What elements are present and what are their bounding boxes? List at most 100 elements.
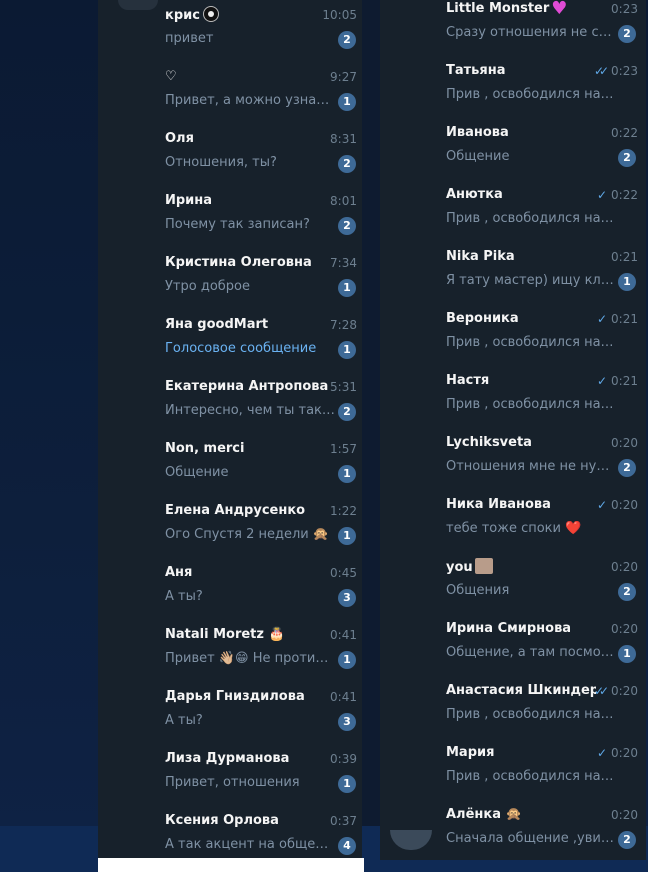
chat-list-item[interactable]: Ирина Смирнова 0:20 Общение, а там посмотр… [380,620,646,682]
unread-badge: 3 [338,713,356,731]
check-icon: ✓ [596,312,608,326]
chat-list-item[interactable]: Анастасия Шкиндер ✓✓ 0:20 Прив , освободилс… [380,682,646,744]
chat-time: 10:05 [297,6,357,24]
chat-time-text: 0:45 [330,566,357,580]
chat-time: 0:41 [297,626,357,644]
unread-badge: 1 [618,273,636,291]
chat-list-item[interactable]: Татьяна ✓✓0:23 Прив , освободился наконец.… [380,62,646,124]
chat-name-text: Оля [165,131,194,146]
chat-time-text: 0:39 [330,752,357,766]
chat-list-item[interactable]: Ника Иванова ✓ 0:20 тебе тоже споки ❤️ [380,496,646,558]
chat-list-item[interactable]: Nika Pika 0:21 Я тату мастер) ищу клиен...… [380,248,646,310]
chat-list-item[interactable]: Кристина Олеговна 7:34 Утро доброе 1 [98,254,362,316]
chat-list-item[interactable]: Аня 0:45 А ты? 3 [98,564,362,626]
chat-name-text: крис [165,8,200,23]
chat-time-text: 0:21 [611,374,638,388]
chat-name-text: Мария [446,745,495,760]
chat-list-item[interactable]: Natali Moretz 🎂 0:41 Привет 👋🏼😁 Не против … [98,626,362,688]
chat-time-text: 0:20 [611,622,638,636]
chat-name-text: Настя [446,373,490,388]
chat-name-text: Кристина Олеговна [165,255,312,270]
chat-time-text: 5:31 [330,380,357,394]
check-icon: ✓ [596,188,608,202]
chat-list-item[interactable]: Ксения Орлова 0:37 А так акцент на общение… [98,812,362,858]
chat-preview: Прив , освободился наконец... [446,769,614,784]
chat-preview: Я тату мастер) ищу клиен... [446,273,614,288]
chat-name-text: Non, merci [165,441,245,456]
chat-preview: Отношения, ты? [165,155,277,170]
chat-name-text: Елена Андрусенко [165,503,306,518]
chat-time-text: 0:22 [611,126,638,140]
chat-preview: Общение, а там посмотр... [446,645,614,660]
unread-badge: 1 [338,651,356,669]
check-icon: ✓ [596,498,608,512]
chat-name-text: Nika Pika [446,249,515,264]
chat-list-item[interactable]: Lychiksveta 0:20 Отношения мне не нужны 2 [380,434,646,496]
chat-time-text: 7:34 [330,256,357,270]
chat-preview: А так акцент на общение [165,837,335,852]
photo-icon [474,558,493,574]
chat-list-item[interactable]: Алёнка 🙊 0:20 Сначала общение ,увиде... 2 [380,806,646,860]
chat-time: 0:20 [568,558,638,576]
chat-list-item[interactable]: Мария ✓0:20 Прив , освободился наконец... [380,744,646,806]
chat-time: ✓ 0:21 [568,372,638,390]
chat-preview: Общения [446,583,510,598]
chat-list-item[interactable]: Ирина 8:01 Почему так записан? 2 [98,192,362,254]
chat-time-text: 0:23 [611,2,638,16]
unread-badge: 2 [338,403,356,421]
double-check-icon: ✓✓ [593,64,609,78]
unread-badge: 4 [338,837,356,855]
chat-list-left: крис 10:05 привет 2 ♡ 9:27 Привет, а можно узн… [98,0,362,858]
chat-list-item[interactable]: Оля 8:31 Отношения, ты? 2 [98,130,362,192]
chat-list-item[interactable]: Non, merci 1:57 Общение 1 [98,440,362,502]
chat-time: 0:23 [568,0,638,18]
chat-time-text: 1:57 [330,442,357,456]
chat-preview: Прив , освободился наконец... [446,211,614,226]
chat-time-text: 0:21 [611,312,638,326]
chat-list-item[interactable]: Елена Андрусенко 1:22 Ого Спустя 2 недели … [98,502,362,564]
chat-preview: Отношения мне не нужны [446,459,614,474]
chat-preview: Голосовое сообщение [165,341,317,356]
chat-list-item[interactable]: Лиза Дурманова 0:39 Привет, отношения 1 [98,750,362,812]
chat-time-text: 0:20 [611,436,638,450]
chat-preview: Прив , освободился наконец... [446,397,614,412]
chat-name-text: Ирина Смирнова [446,621,572,636]
chat-list-item[interactable]: you 0:20 Общения 2 [380,558,646,620]
chat-list-item[interactable]: крис 10:05 привет 2 [98,6,362,68]
chat-time-text: 8:01 [330,194,357,208]
panel-gap [362,0,380,826]
chat-name-text: Яна goodMart [165,317,269,332]
chat-list-item[interactable]: Настя ✓0:21 Прив , освободился наконец... [380,372,646,434]
unread-badge: 2 [618,25,636,43]
chat-time-text: 0:21 [611,250,638,264]
chat-time: 8:31 [297,130,357,148]
chat-time: 9:27 [297,68,357,86]
chat-list-item[interactable]: Екатерина Антропова 5:31 Интересно, чем ты… [98,378,362,440]
unread-badge: 2 [618,831,636,849]
unread-badge: 2 [338,155,356,173]
chat-name-text: Ксения Орлова [165,813,279,828]
chat-name-text: Татьяна [446,63,506,78]
unread-badge: 2 [338,31,356,49]
chat-name-text: Аня [165,565,193,580]
chat-time: 0:20 [568,806,638,824]
chat-list-item[interactable]: ♡ 9:27 Привет, а можно узнать ... 1 [98,68,362,130]
chat-list-item[interactable]: Иванова 0:22 Общение 2 [380,124,646,186]
eye-icon [202,6,219,22]
chat-list-right: Little Monster ♥ 0:23 Сразу отношения не ст… [380,0,646,860]
chat-preview: Сначала общение ,увиде... [446,831,614,846]
chat-time-text: 1:22 [330,504,357,518]
chat-name-text: Вероника [446,311,519,326]
heart-icon: ♥ [551,0,568,18]
chat-list-item[interactable]: Анютка ✓0:22 Прив , освободился наконец... [380,186,646,248]
double-check-icon: ✓✓ [593,684,609,698]
chat-list-item[interactable]: Little Monster ♥ 0:23 Сразу отношения не ст… [380,0,646,62]
chat-list-item[interactable]: Яна goodMart 7:28 Голосовое сообщение 1 [98,316,362,378]
chat-list-item[interactable]: Дарья Гниздилова 0:41 А ты? 3 [98,688,362,750]
chat-time: 0:20 [568,620,638,638]
chat-preview: Сразу отношения не стр... [446,25,614,40]
chat-list-item[interactable]: Вероника ✓0:21 Прив , освободился наконец.… [380,310,646,372]
chat-time: 0:45 [297,564,357,582]
background-white-edge [98,858,364,872]
chat-preview: Прив , освободился наконец... [446,707,614,722]
